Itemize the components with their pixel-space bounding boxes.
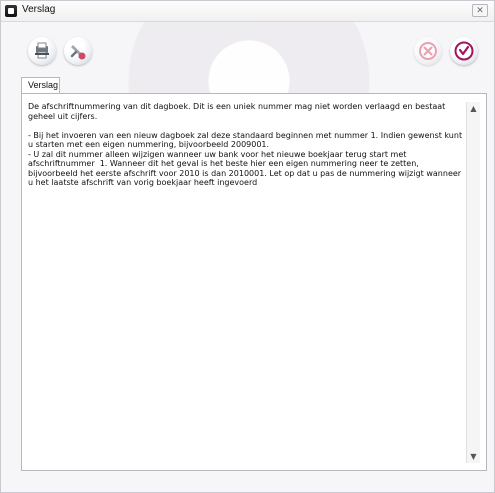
printer-icon (35, 42, 49, 59)
tab-verslag[interactable]: Verslag (21, 77, 60, 93)
title-bar: Verslag ✕ (1, 1, 494, 22)
print-button[interactable] (28, 37, 56, 65)
close-button[interactable]: ✕ (472, 4, 488, 17)
ok-button[interactable] (450, 37, 478, 65)
scroll-up-icon[interactable]: ▲ (467, 102, 480, 115)
report-window: Verslag ✕ Verslag De afschriftnummering … (0, 0, 495, 493)
ok-icon (454, 41, 474, 61)
tab-panel: De afschriftnummering van dit dagboek. D… (21, 93, 487, 471)
window-title: Verslag (22, 4, 56, 15)
app-icon (5, 5, 17, 17)
cancel-icon (419, 42, 437, 60)
tools-button[interactable] (64, 37, 92, 65)
scroll-down-icon[interactable]: ▼ (467, 450, 480, 463)
report-textarea[interactable]: De afschriftnummering van dit dagboek. D… (26, 101, 477, 471)
vertical-scrollbar[interactable]: ▲ ▼ (466, 102, 480, 463)
cancel-button[interactable] (414, 37, 442, 65)
tools-icon (70, 45, 86, 60)
